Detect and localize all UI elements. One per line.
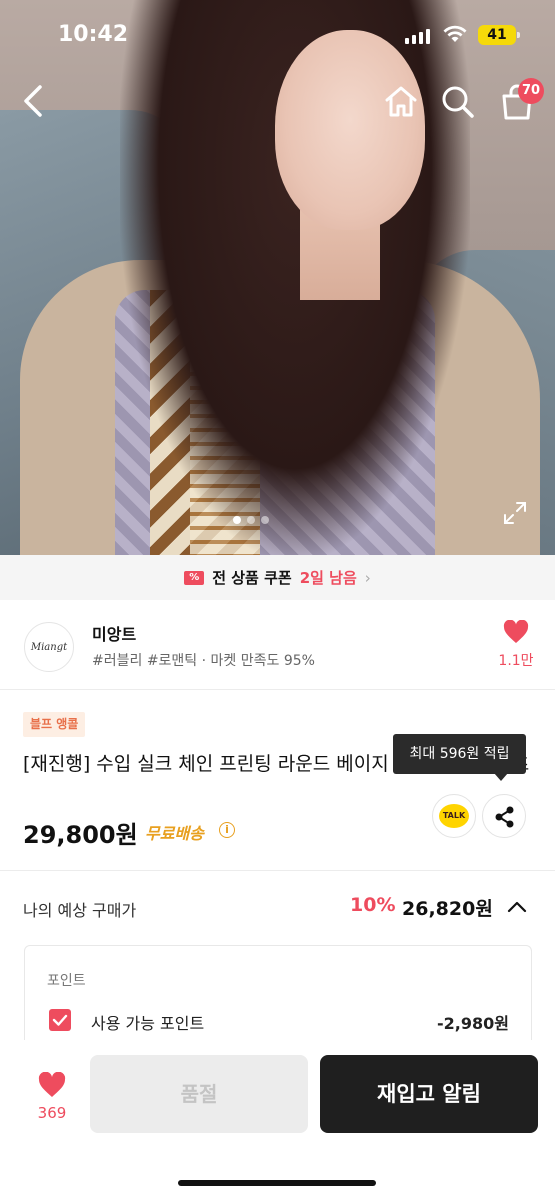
status-time: 10:42 <box>58 22 129 47</box>
chevron-right-icon: › <box>364 568 371 587</box>
battery-indicator: 41 <box>478 25 520 45</box>
kakao-talk-button[interactable]: TALK <box>432 794 476 838</box>
status-bar: 10:42 41 <box>0 22 555 52</box>
expand-icon[interactable] <box>502 500 528 526</box>
coupon-icon: % <box>184 570 205 585</box>
expected-price: 26,820원 <box>402 898 493 920</box>
home-icon[interactable] <box>383 84 419 120</box>
cellular-signal-icon <box>405 28 430 44</box>
image-pager-dots <box>233 516 269 524</box>
search-icon[interactable] <box>440 84 476 120</box>
coupon-banner[interactable]: % 전 상품 쿠폰 2일 남음 › <box>0 555 555 600</box>
chevron-up-icon[interactable] <box>506 896 528 918</box>
points-panel: 포인트 사용 가능 포인트 -2,980원 <box>24 945 532 1055</box>
points-label: 사용 가능 포인트 <box>91 1014 205 1033</box>
reward-tooltip: 최대 596원 적립 <box>393 734 526 781</box>
store-tags: #러블리 #로맨틱 · 마켓 만족도 95% <box>92 653 315 669</box>
back-icon[interactable] <box>20 84 50 118</box>
free-shipping-label: 무료배송 <box>145 824 204 843</box>
coupon-remaining: 2일 남음 <box>299 569 357 587</box>
image-face <box>275 30 425 230</box>
promo-badge: 블프 앵콜 <box>23 712 86 737</box>
store-logo[interactable]: Miangt <box>24 622 74 672</box>
bottom-action-bar: 369 품절 재입고 알림 <box>0 1040 555 1200</box>
coupon-text: 전 상품 쿠폰 <box>212 569 292 587</box>
points-heading: 포인트 <box>47 973 86 989</box>
store-info[interactable]: Miangt 미앙트 #러블리 #로맨틱 · 마켓 만족도 95% 1.1만 <box>0 600 555 690</box>
soldout-button[interactable]: 품절 <box>90 1055 308 1133</box>
pager-dot <box>261 516 269 524</box>
info-icon[interactable]: i <box>219 822 235 838</box>
expected-discount: 10% <box>350 894 396 916</box>
home-indicator <box>178 1180 376 1186</box>
wifi-icon <box>443 25 467 42</box>
cart-count-badge: 70 <box>518 78 544 104</box>
store-name[interactable]: 미앙트 <box>92 621 136 645</box>
store-favorite-count: 1.1만 <box>498 653 534 669</box>
points-value: -2,980원 <box>437 1014 509 1033</box>
restock-alert-button[interactable]: 재입고 알림 <box>320 1055 538 1133</box>
check-icon <box>52 1014 68 1026</box>
talk-icon: TALK <box>439 804 469 828</box>
section-divider <box>0 870 555 871</box>
like-heart-icon[interactable] <box>38 1072 66 1098</box>
points-checkbox[interactable] <box>49 1009 71 1031</box>
share-button[interactable] <box>482 794 526 838</box>
pager-dot <box>247 516 255 524</box>
like-count: 369 <box>37 1104 67 1122</box>
pager-dot-active <box>233 516 241 524</box>
product-price: 29,800원 <box>23 821 138 849</box>
heart-icon[interactable] <box>503 620 529 644</box>
expected-price-label: 나의 예상 구매가 <box>23 901 137 920</box>
share-icon <box>495 806 514 828</box>
